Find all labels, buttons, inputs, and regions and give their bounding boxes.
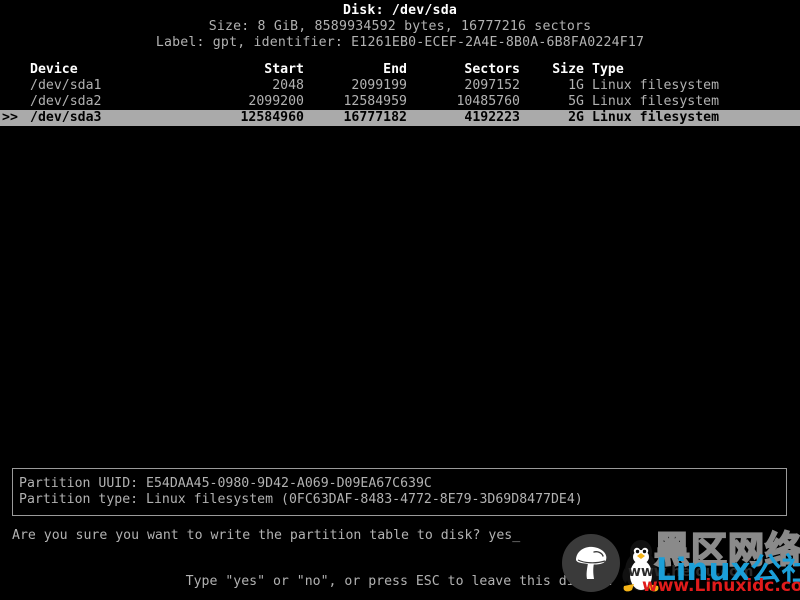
row-device: /dev/sda3 bbox=[30, 110, 102, 125]
column-header-end: End bbox=[383, 62, 407, 77]
table-row[interactable]: /dev/sda1 2048 2099199 2097152 1G Linux … bbox=[0, 78, 800, 94]
table-header-row: Device Start End Sectors Size Type bbox=[0, 62, 800, 78]
row-sectors: 2097152 bbox=[464, 78, 520, 93]
column-header-device: Device bbox=[30, 62, 78, 77]
row-end: 2099199 bbox=[351, 78, 407, 93]
watermark-cn-text: 黑区网络 bbox=[653, 530, 800, 571]
row-size: 1G bbox=[568, 78, 584, 93]
column-header-sectors: Sectors bbox=[464, 62, 520, 77]
row-type: Linux filesystem bbox=[592, 78, 720, 93]
disk-label-line: Label: gpt, identifier: E1261EB0-ECEF-2A… bbox=[155, 35, 645, 50]
row-end: 16777182 bbox=[343, 110, 407, 125]
dialog-hint-line: Type "yes" or "no", or press ESC to leav… bbox=[185, 574, 615, 589]
row-start: 2099200 bbox=[248, 94, 304, 109]
partition-uuid-line: Partition UUID: E54DAA45-0980-9D42-A069-… bbox=[19, 476, 432, 491]
row-selection-marker: >> bbox=[2, 110, 18, 125]
table-row-selected[interactable]: >> /dev/sda3 12584960 16777182 4192223 2… bbox=[0, 110, 800, 126]
row-type: Linux filesystem bbox=[592, 94, 720, 109]
row-device: /dev/sda1 bbox=[30, 78, 102, 93]
row-size: 2G bbox=[568, 110, 584, 125]
table-row[interactable]: /dev/sda2 2099200 12584959 10485760 5G L… bbox=[0, 94, 800, 110]
row-sectors: 4192223 bbox=[464, 110, 520, 125]
disk-header: Disk: /dev/sda Size: 8 GiB, 8589934592 b… bbox=[0, 3, 800, 51]
prompt-answer-input[interactable]: yes bbox=[488, 528, 512, 543]
row-size: 5G bbox=[568, 94, 584, 109]
column-header-start: Start bbox=[264, 62, 304, 77]
text-cursor: _ bbox=[512, 528, 521, 543]
cfdisk-terminal-screen: Disk: /dev/sda Size: 8 GiB, 8589934592 b… bbox=[0, 0, 800, 600]
row-end: 12584959 bbox=[343, 94, 407, 109]
disk-title: Disk: /dev/sda bbox=[343, 3, 457, 18]
write-confirm-prompt[interactable]: Are you sure you want to write the parti… bbox=[12, 528, 520, 544]
partition-table: Device Start End Sectors Size Type /dev/… bbox=[0, 62, 800, 126]
row-device: /dev/sda2 bbox=[30, 94, 102, 109]
column-header-type: Type bbox=[592, 62, 624, 77]
row-sectors: 10485760 bbox=[456, 94, 520, 109]
partition-type-line: Partition type: Linux filesystem (0FC63D… bbox=[19, 492, 583, 507]
row-start: 12584960 bbox=[240, 110, 304, 125]
partition-info-box: Partition UUID: E54DAA45-0980-9D42-A069-… bbox=[12, 468, 787, 516]
disk-size-line: Size: 8 GiB, 8589934592 bytes, 16777216 … bbox=[208, 19, 592, 34]
prompt-question: Are you sure you want to write the parti… bbox=[12, 528, 489, 543]
column-header-size: Size bbox=[552, 62, 584, 77]
row-start: 2048 bbox=[272, 78, 304, 93]
row-type: Linux filesystem bbox=[592, 110, 720, 125]
